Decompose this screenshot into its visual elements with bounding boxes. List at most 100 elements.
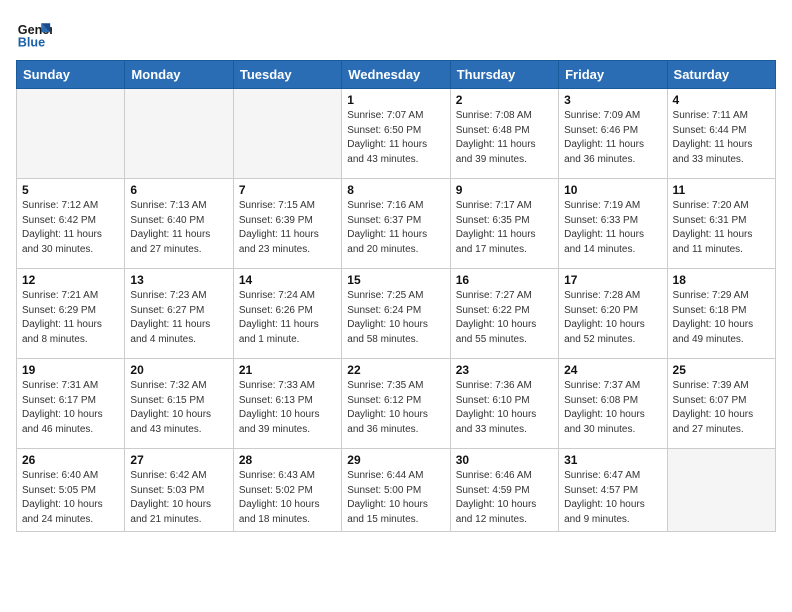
day-info: Sunrise: 7:21 AM Sunset: 6:29 PM Dayligh… <box>22 289 119 347</box>
week-row-3: 12 Sunrise: 7:21 AM Sunset: 6:29 PM Dayli… <box>17 269 776 359</box>
day-number: 2 <box>456 93 553 107</box>
calendar-cell: 24Sunrise: 7:37 AM Sunset: 6:08 PM Dayli… <box>559 359 667 449</box>
weekday-header-tuesday: Tuesday <box>233 61 341 89</box>
logo-icon: General Blue <box>16 16 52 52</box>
day-info: Sunrise: 7:15 AM Sunset: 6:39 PM Dayligh… <box>239 199 336 257</box>
calendar-cell: 15 Sunrise: 7:25 AM Sunset: 6:24 PM Dayli… <box>342 269 450 359</box>
calendar-cell <box>667 449 775 532</box>
calendar-cell: 27 Sunrise: 6:42 AM Sunset: 5:03 PM Dayli… <box>125 449 233 532</box>
day-number: 3 <box>564 93 661 107</box>
day-info: Sunrise: 7:08 AM Sunset: 6:48 PM Dayligh… <box>456 109 553 167</box>
day-info: Sunrise: 7:13 AM Sunset: 6:40 PM Dayligh… <box>130 199 227 257</box>
weekday-header-wednesday: Wednesday <box>342 61 450 89</box>
svg-text:Blue: Blue <box>18 36 45 50</box>
day-number: 28 <box>239 453 336 467</box>
day-info: Sunrise: 7:29 AM Sunset: 6:18 PM Dayligh… <box>673 289 770 347</box>
day-number: 22 <box>347 363 444 377</box>
day-info: Sunrise: 7:12 AM Sunset: 6:42 PM Dayligh… <box>22 199 119 257</box>
day-info: Sunrise: 7:32 AM Sunset: 6:15 PM Dayligh… <box>130 379 227 437</box>
day-number: 17 <box>564 273 661 287</box>
day-info: Sunrise: 6:42 AM Sunset: 5:03 PM Dayligh… <box>130 469 227 527</box>
weekday-header-friday: Friday <box>559 61 667 89</box>
week-row-1: 1 Sunrise: 7:07 AM Sunset: 6:50 PM Daylig… <box>17 89 776 179</box>
calendar-cell: 12 Sunrise: 7:21 AM Sunset: 6:29 PM Dayli… <box>17 269 125 359</box>
calendar-cell: 5Sunrise: 7:12 AM Sunset: 6:42 PM Daylig… <box>17 179 125 269</box>
calendar-cell <box>125 89 233 179</box>
calendar-cell <box>233 89 341 179</box>
calendar-cell: 14 Sunrise: 7:24 AM Sunset: 6:26 PM Dayli… <box>233 269 341 359</box>
calendar-cell: 9 Sunrise: 7:17 AM Sunset: 6:35 PM Daylig… <box>450 179 558 269</box>
day-number: 29 <box>347 453 444 467</box>
calendar-cell: 19 Sunrise: 7:31 AM Sunset: 6:17 PM Dayli… <box>17 359 125 449</box>
day-info: Sunrise: 7:35 AM Sunset: 6:12 PM Dayligh… <box>347 379 444 437</box>
day-info: Sunrise: 7:17 AM Sunset: 6:35 PM Dayligh… <box>456 199 553 257</box>
calendar-cell: 6 Sunrise: 7:13 AM Sunset: 6:40 PM Daylig… <box>125 179 233 269</box>
week-row-5: 26 Sunrise: 6:40 AM Sunset: 5:05 PM Dayli… <box>17 449 776 532</box>
day-info: Sunrise: 7:24 AM Sunset: 6:26 PM Dayligh… <box>239 289 336 347</box>
day-number: 31 <box>564 453 661 467</box>
day-number: 14 <box>239 273 336 287</box>
calendar-cell: 1 Sunrise: 7:07 AM Sunset: 6:50 PM Daylig… <box>342 89 450 179</box>
calendar-cell: 11 Sunrise: 7:20 AM Sunset: 6:31 PM Dayli… <box>667 179 775 269</box>
calendar-cell: 28 Sunrise: 6:43 AM Sunset: 5:02 PM Dayli… <box>233 449 341 532</box>
day-info: Sunrise: 7:33 AM Sunset: 6:13 PM Dayligh… <box>239 379 336 437</box>
weekday-header-monday: Monday <box>125 61 233 89</box>
weekday-header-row: SundayMondayTuesdayWednesdayThursdayFrid… <box>17 61 776 89</box>
day-number: 6 <box>130 183 227 197</box>
day-number: 8 <box>347 183 444 197</box>
day-number: 21 <box>239 363 336 377</box>
day-info: Sunrise: 6:43 AM Sunset: 5:02 PM Dayligh… <box>239 469 336 527</box>
day-info: Sunrise: 7:07 AM Sunset: 6:50 PM Dayligh… <box>347 109 444 167</box>
calendar-cell: 31 Sunrise: 6:47 AM Sunset: 4:57 PM Dayli… <box>559 449 667 532</box>
calendar-cell: 25 Sunrise: 7:39 AM Sunset: 6:07 PM Dayli… <box>667 359 775 449</box>
day-number: 18 <box>673 273 770 287</box>
day-number: 26 <box>22 453 119 467</box>
calendar-cell: 10Sunrise: 7:19 AM Sunset: 6:33 PM Dayli… <box>559 179 667 269</box>
day-number: 7 <box>239 183 336 197</box>
weekday-header-thursday: Thursday <box>450 61 558 89</box>
day-info: Sunrise: 6:40 AM Sunset: 5:05 PM Dayligh… <box>22 469 119 527</box>
day-number: 27 <box>130 453 227 467</box>
day-info: Sunrise: 6:46 AM Sunset: 4:59 PM Dayligh… <box>456 469 553 527</box>
day-info: Sunrise: 7:16 AM Sunset: 6:37 PM Dayligh… <box>347 199 444 257</box>
day-number: 1 <box>347 93 444 107</box>
day-number: 12 <box>22 273 119 287</box>
day-info: Sunrise: 7:25 AM Sunset: 6:24 PM Dayligh… <box>347 289 444 347</box>
week-row-4: 19 Sunrise: 7:31 AM Sunset: 6:17 PM Dayli… <box>17 359 776 449</box>
calendar-cell: 30Sunrise: 6:46 AM Sunset: 4:59 PM Dayli… <box>450 449 558 532</box>
page-header: General Blue <box>16 16 776 52</box>
day-info: Sunrise: 7:09 AM Sunset: 6:46 PM Dayligh… <box>564 109 661 167</box>
day-info: Sunrise: 7:39 AM Sunset: 6:07 PM Dayligh… <box>673 379 770 437</box>
day-number: 16 <box>456 273 553 287</box>
day-number: 25 <box>673 363 770 377</box>
day-number: 11 <box>673 183 770 197</box>
day-info: Sunrise: 7:20 AM Sunset: 6:31 PM Dayligh… <box>673 199 770 257</box>
weekday-header-saturday: Saturday <box>667 61 775 89</box>
calendar-cell: 20 Sunrise: 7:32 AM Sunset: 6:15 PM Dayli… <box>125 359 233 449</box>
day-number: 15 <box>347 273 444 287</box>
day-number: 19 <box>22 363 119 377</box>
week-row-2: 5Sunrise: 7:12 AM Sunset: 6:42 PM Daylig… <box>17 179 776 269</box>
day-number: 24 <box>564 363 661 377</box>
day-info: Sunrise: 7:28 AM Sunset: 6:20 PM Dayligh… <box>564 289 661 347</box>
calendar-cell: 2 Sunrise: 7:08 AM Sunset: 6:48 PM Daylig… <box>450 89 558 179</box>
day-info: Sunrise: 6:44 AM Sunset: 5:00 PM Dayligh… <box>347 469 444 527</box>
day-number: 10 <box>564 183 661 197</box>
logo: General Blue <box>16 16 56 52</box>
day-info: Sunrise: 7:31 AM Sunset: 6:17 PM Dayligh… <box>22 379 119 437</box>
day-number: 23 <box>456 363 553 377</box>
calendar-table: SundayMondayTuesdayWednesdayThursdayFrid… <box>16 60 776 532</box>
day-number: 9 <box>456 183 553 197</box>
calendar-cell <box>17 89 125 179</box>
day-info: Sunrise: 7:11 AM Sunset: 6:44 PM Dayligh… <box>673 109 770 167</box>
day-number: 20 <box>130 363 227 377</box>
calendar-cell: 21 Sunrise: 7:33 AM Sunset: 6:13 PM Dayli… <box>233 359 341 449</box>
calendar-cell: 7 Sunrise: 7:15 AM Sunset: 6:39 PM Daylig… <box>233 179 341 269</box>
calendar-cell: 26 Sunrise: 6:40 AM Sunset: 5:05 PM Dayli… <box>17 449 125 532</box>
day-number: 13 <box>130 273 227 287</box>
calendar-cell: 22 Sunrise: 7:35 AM Sunset: 6:12 PM Dayli… <box>342 359 450 449</box>
calendar-cell: 8 Sunrise: 7:16 AM Sunset: 6:37 PM Daylig… <box>342 179 450 269</box>
day-info: Sunrise: 6:47 AM Sunset: 4:57 PM Dayligh… <box>564 469 661 527</box>
calendar-cell: 18 Sunrise: 7:29 AM Sunset: 6:18 PM Dayli… <box>667 269 775 359</box>
calendar-cell: 23Sunrise: 7:36 AM Sunset: 6:10 PM Dayli… <box>450 359 558 449</box>
